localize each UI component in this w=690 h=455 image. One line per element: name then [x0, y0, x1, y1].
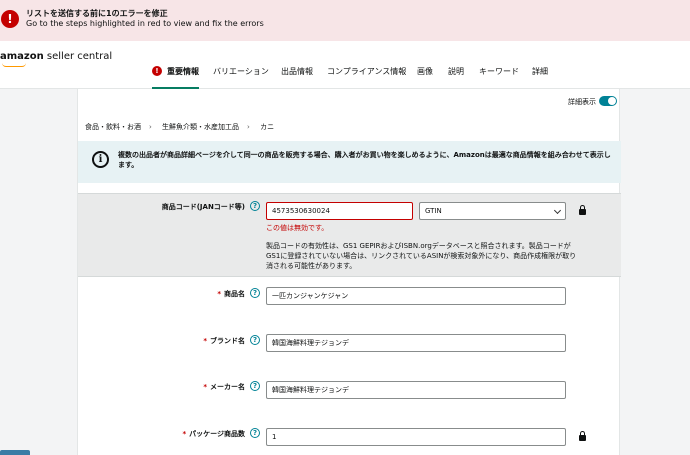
product-code-label: 商品コード(JANコード等) — [161, 203, 245, 211]
help-icon[interactable]: ? — [250, 381, 260, 391]
logo-smile — [2, 63, 26, 67]
lock-icon — [579, 431, 586, 441]
product-code-error: この値は無効です。 — [266, 224, 329, 232]
tab-label: 説明 — [448, 67, 464, 76]
select-value: GTIN — [425, 207, 442, 215]
manufacturer-label: * メーカー名 — [203, 382, 245, 392]
tab-offer[interactable]: 出品情報 — [281, 65, 313, 89]
product-id-type-select[interactable]: GTIN — [419, 202, 566, 220]
advanced-view-label: 詳細表示 — [568, 98, 596, 106]
listing-form: 詳細表示 食品・飲料・お酒 › 生鮮魚介類・水産加工品 › カニ i 複数の出品者が… — [77, 89, 621, 455]
help-icon[interactable]: ? — [250, 201, 260, 211]
tab-label: 詳細 — [532, 67, 548, 76]
tab-details[interactable]: 詳細 — [532, 65, 548, 89]
label-text: 商品名 — [224, 290, 245, 298]
required-marker: * — [182, 430, 187, 438]
required-marker: * — [203, 337, 207, 345]
info-text: 複数の出品者が商品詳細ページを介して同一の商品を販売する場合、購入者がお買い物を… — [118, 151, 611, 169]
tab-images[interactable]: 画像 — [417, 65, 433, 89]
required-marker: * — [203, 383, 207, 391]
help-icon[interactable]: ? — [250, 288, 260, 298]
error-banner: ! リストを送信する前に1のエラーを修正 Go to the steps hig… — [0, 0, 690, 41]
tab-label: 重要情報 — [167, 67, 199, 76]
product-code-input[interactable]: 4573530630024 — [266, 202, 413, 220]
feedback-tab[interactable] — [0, 450, 30, 455]
chevron-down-icon — [553, 206, 562, 215]
product-name-label: * 商品名 — [217, 289, 245, 299]
brand-name-label: * ブランド名 — [203, 336, 245, 346]
label-text: パッケージ商品数 — [189, 430, 245, 438]
label-text: ブランド名 — [210, 337, 245, 345]
breadcrumb-chevron-icon: › — [149, 123, 152, 131]
tab-description[interactable]: 説明 — [448, 65, 464, 89]
brand-name-input[interactable]: 韓国海鮮料理テジョンデ — [266, 334, 566, 352]
header: amazon seller central ! 重要情報 バリエーション 出品情報… — [0, 41, 690, 89]
tab-error-icon: ! — [152, 66, 162, 76]
tab-keywords[interactable]: キーワード — [479, 65, 519, 89]
tab-compliance[interactable]: コンプライアンス情報 — [327, 65, 406, 89]
logo-text: seller central — [43, 51, 113, 62]
tab-label: 出品情報 — [281, 67, 313, 76]
tab-label: キーワード — [479, 67, 519, 76]
tab-label: 画像 — [417, 67, 433, 76]
breadcrumb-item[interactable]: 生鮮魚介類・水産加工品 — [162, 123, 239, 131]
logo-brand: amazon — [0, 51, 44, 62]
tab-variations[interactable]: バリエーション — [213, 65, 269, 89]
tab-label: コンプライアンス情報 — [327, 67, 407, 76]
breadcrumb-item[interactable]: カニ — [260, 123, 274, 131]
package-quantity-input[interactable]: 1 — [266, 428, 566, 446]
product-code-description: 製品コードの有効性は、GS1 GEPIRおよびISBN.orgデータベースと照合… — [266, 242, 577, 270]
package-quantity-label: * パッケージ商品数 — [182, 429, 245, 439]
breadcrumb-chevron-icon: › — [247, 123, 250, 131]
advanced-view-toggle[interactable] — [599, 96, 617, 106]
manufacturer-input[interactable]: 韓国海鮮料理テジョンデ — [266, 381, 566, 399]
lock-icon — [579, 205, 586, 215]
error-banner-title: リストを送信する前に1のエラーを修正 — [26, 9, 168, 18]
help-icon[interactable]: ? — [250, 428, 260, 438]
help-icon[interactable]: ? — [250, 335, 260, 345]
breadcrumb-item[interactable]: 食品・飲料・お酒 — [85, 123, 141, 131]
info-alert: i 複数の出品者が商品詳細ページを介して同一の商品を販売する場合、購入者がお買い… — [78, 141, 621, 183]
error-banner-subtitle: Go to the steps highlighted in red to vi… — [26, 19, 264, 28]
breadcrumb: 食品・飲料・お酒 › 生鮮魚介類・水産加工品 › カニ — [85, 122, 282, 132]
info-icon: i — [92, 151, 109, 168]
seller-central-logo[interactable]: amazon seller central — [0, 51, 113, 67]
tab-label: バリエーション — [213, 67, 269, 76]
required-marker: * — [217, 290, 221, 298]
tab-key-info[interactable]: ! 重要情報 — [152, 65, 199, 89]
product-name-input[interactable]: 一匹カンジャンケジャン — [266, 287, 566, 305]
label-text: メーカー名 — [210, 383, 245, 391]
error-icon: ! — [1, 10, 19, 28]
